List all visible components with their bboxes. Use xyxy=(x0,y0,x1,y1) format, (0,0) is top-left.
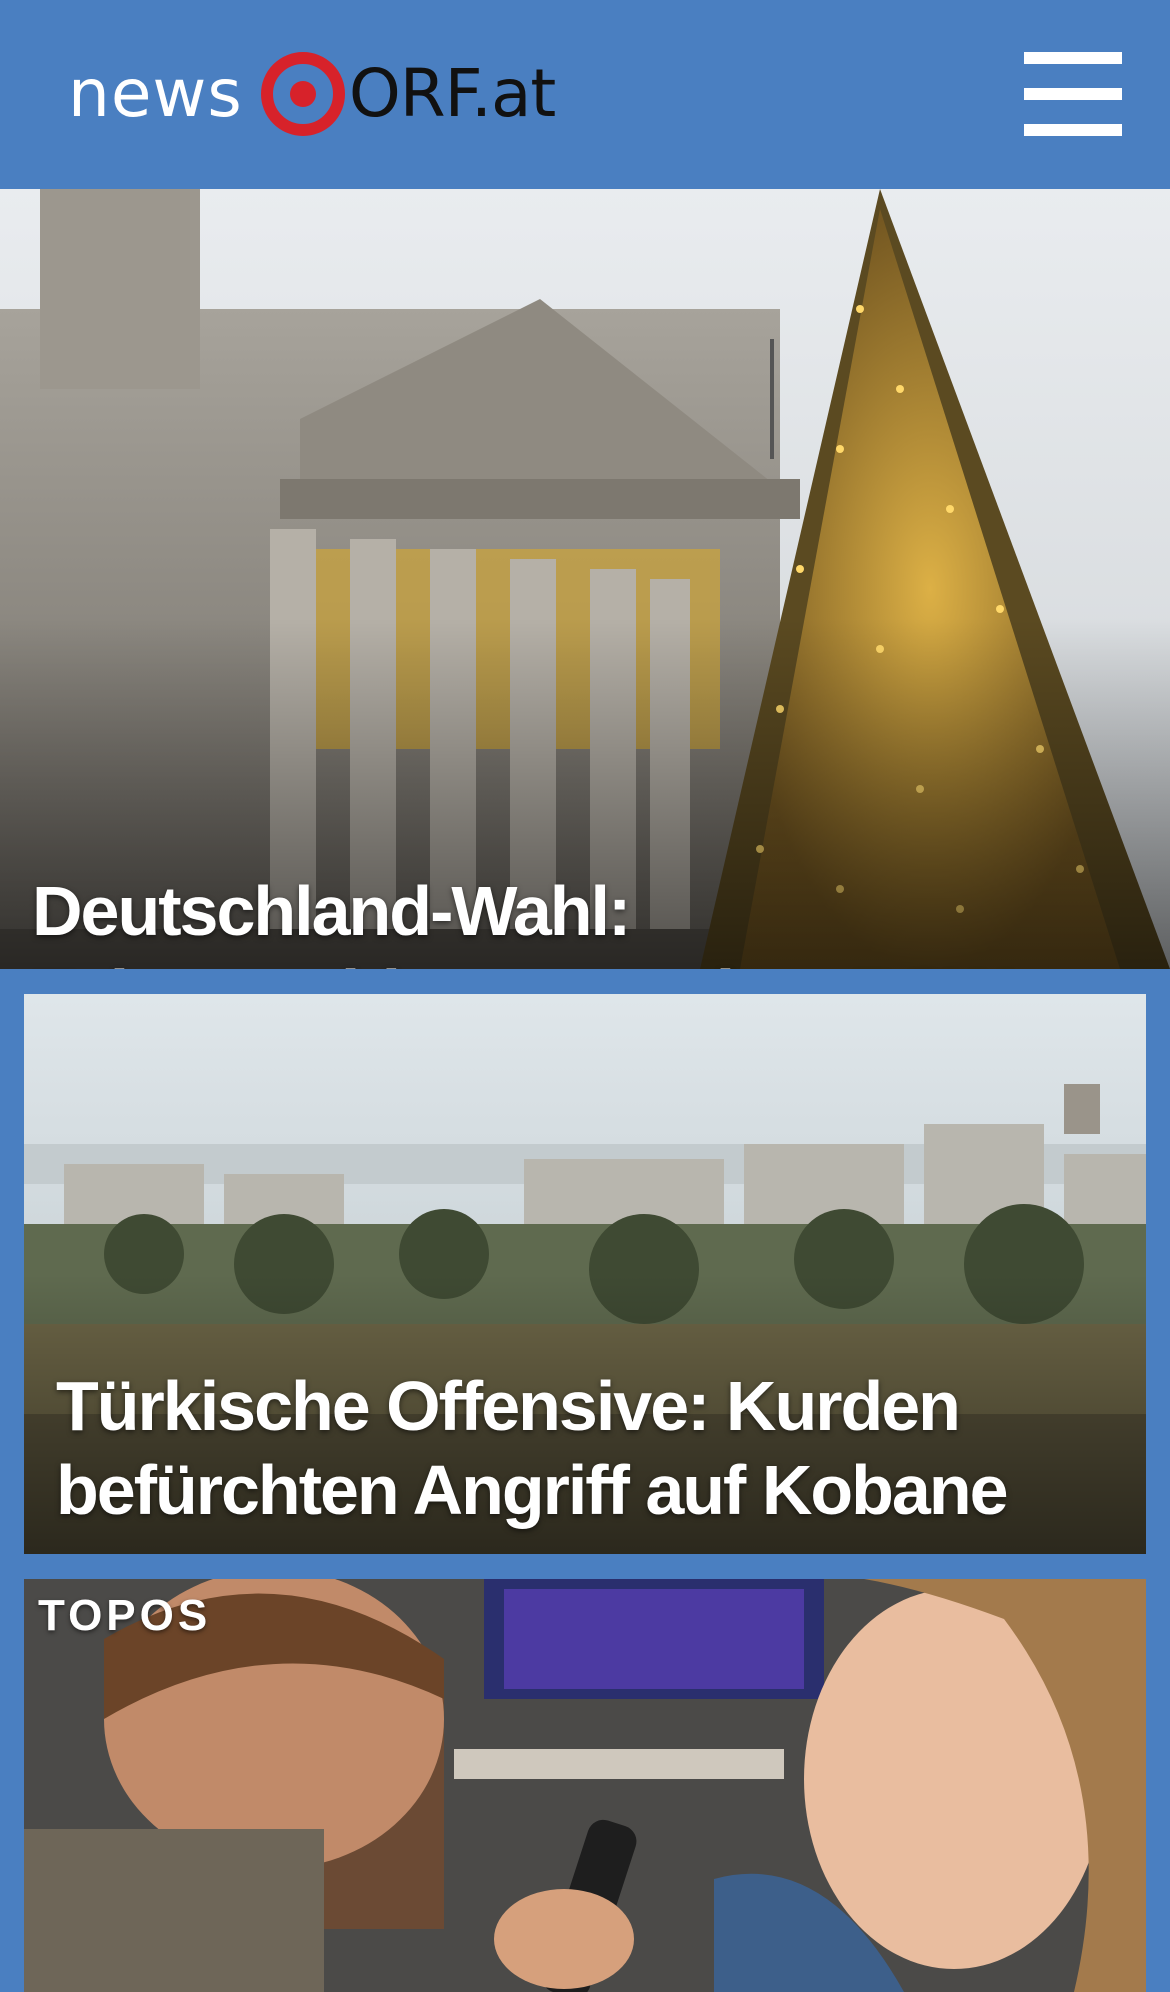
article-card[interactable]: Türkische Offensive: Kurden befürchten A… xyxy=(24,994,1146,1554)
category-label: TOPOS xyxy=(38,1591,212,1640)
reichstag-image xyxy=(0,189,1170,969)
app-header: news ORF.at xyxy=(0,0,1170,189)
logo-news-text: news xyxy=(68,55,243,132)
article-headline: Deutschland-Wahl: Fairnessabkommen ohne … xyxy=(32,872,1011,969)
article-card-hero[interactable]: Deutschland-Wahl: Fairnessabkommen ohne … xyxy=(0,189,1170,969)
logo-orf-text: ORF.at xyxy=(348,55,556,132)
orf-ring-icon xyxy=(260,52,345,136)
article-card-topos[interactable]: TOPOS xyxy=(24,1579,1146,1992)
hamburger-menu-icon[interactable] xyxy=(1024,52,1122,136)
orf-news-logo[interactable]: news ORF.at xyxy=(68,44,556,144)
article-headline: Türkische Offensive: Kurden befürchten A… xyxy=(56,1367,1009,1529)
